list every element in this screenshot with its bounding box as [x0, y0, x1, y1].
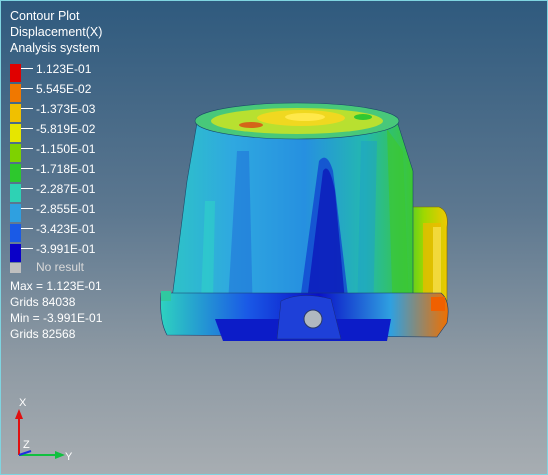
graphics-viewport[interactable]: Contour Plot Displacement(X) Analysis sy… [0, 0, 548, 475]
triad-y-label: Y [65, 451, 73, 463]
axis-triad: X Y Z [7, 395, 97, 474]
triad-x-label: X [19, 397, 27, 409]
triad-z-label: Z [23, 439, 30, 451]
